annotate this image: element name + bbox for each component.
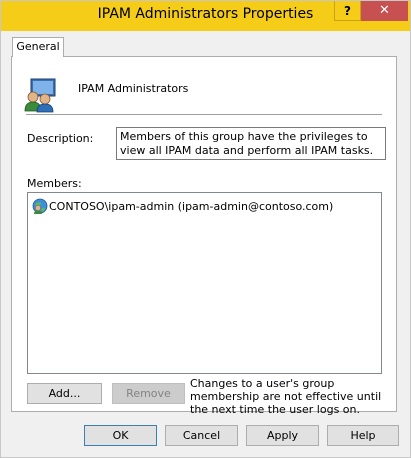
separator [26, 114, 382, 115]
members-label: Members: [27, 177, 82, 190]
help-button[interactable]: Help [327, 425, 399, 446]
list-item[interactable]: CONTOSO\ipam-admin (ipam-admin@contoso.c… [32, 198, 333, 214]
ok-button[interactable]: OK [84, 425, 157, 446]
group-name: IPAM Administrators [78, 82, 189, 95]
apply-button[interactable]: Apply [246, 425, 319, 446]
membership-note: Changes to a user's group membership are… [190, 377, 382, 416]
cancel-button[interactable]: Cancel [165, 425, 238, 446]
title-help-button[interactable]: ? [334, 1, 361, 21]
dialog-client-area: General IPAM Administrators Description:… [9, 31, 402, 451]
members-list[interactable]: CONTOSO\ipam-admin (ipam-admin@contoso.c… [27, 192, 382, 374]
properties-dialog: IPAM Administrators Properties ? ✕ Gener… [0, 0, 411, 458]
add-button[interactable]: Add... [27, 383, 102, 404]
description-field[interactable]: Members of this group have the privilege… [116, 127, 386, 160]
tab-general[interactable]: General [12, 37, 64, 57]
member-name: CONTOSO\ipam-admin (ipam-admin@contoso.c… [49, 199, 334, 213]
group-icon [24, 78, 56, 113]
user-icon [32, 198, 48, 214]
close-button[interactable]: ✕ [361, 1, 408, 21]
title-bar[interactable]: IPAM Administrators Properties ? ✕ [1, 1, 410, 31]
description-label: Description: [27, 132, 94, 145]
remove-button[interactable]: Remove [112, 383, 185, 404]
general-tab-panel: IPAM Administrators Description: Members… [11, 56, 397, 416]
